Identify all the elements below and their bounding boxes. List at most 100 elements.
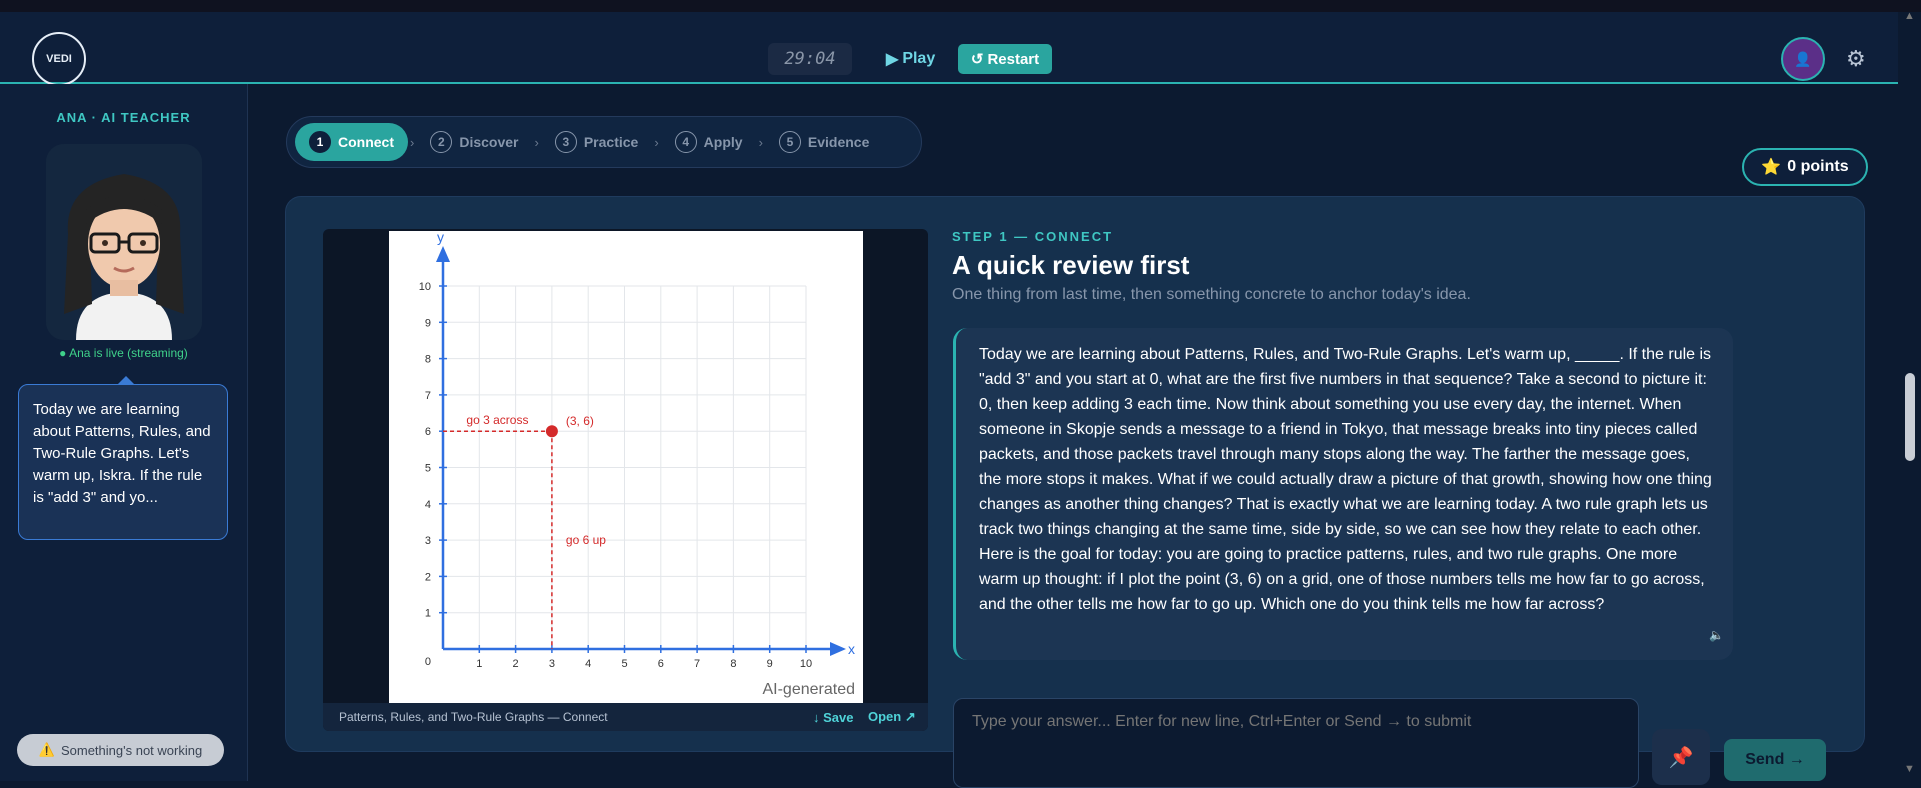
step-discover[interactable]: 2 Discover [416,123,532,161]
teacher-avatar [46,144,202,340]
step-label: Connect [338,134,394,150]
save-label: Save [823,709,854,725]
step-number: 3 [554,131,577,153]
y-axis-arrow [436,246,450,262]
points-badge: ⭐ 0 points [1742,148,1868,186]
pin-button[interactable]: 📌 [1652,729,1710,785]
y-tick-label: 7 [425,390,431,402]
play-button[interactable]: ▶ Play [880,46,941,72]
origin-label: 0 [425,656,431,668]
x-tick-label: 7 [694,658,700,670]
chevron-right-icon: › [410,134,415,150]
play-label: Play [902,50,936,67]
x-tick-label: 8 [730,658,736,670]
lesson-title: A quick review first [952,250,1190,280]
teacher-sidebar: ANA · AI TEACHER ● Ana is live (streamin… [0,84,248,781]
pin-icon: 📌 [1668,746,1694,769]
top-strip [0,0,1921,12]
y-tick-label: 6 [425,426,431,438]
warning-icon: ⚠️ [38,742,55,757]
download-icon: ↓ [813,709,820,725]
session-timer: 29:04 [768,43,852,75]
y-tick-label: 3 [425,535,431,547]
chevron-right-icon: › [534,134,539,150]
step-progress: 1 Connect › 2 Discover › 3 Practice › 4 Apply › 5 Evi… [286,116,922,168]
step-number: 5 [778,131,801,153]
star-icon: ⭐ [1761,159,1782,176]
save-button[interactable]: ↓ Save [813,710,854,725]
bubble-tip [118,376,134,384]
x-tick-label: 5 [621,658,627,670]
step-label: Apply [703,134,743,150]
teacher-label: ANA · AI TEACHER [56,110,191,125]
x-tick-label: 6 [658,658,664,670]
play-icon: ▶ [886,51,899,68]
data-point [545,425,558,438]
y-tick-label: 9 [425,317,431,329]
step-connect[interactable]: 1 Connect [295,123,408,161]
x-tick-label: 10 [800,658,812,670]
live-status-text: Ana is live (streaming) [69,346,188,360]
user-icon: 👤 [1794,50,1812,67]
point-label: (3, 6) [566,414,594,428]
step-apply[interactable]: 4 Apply [661,123,757,161]
y-axis-label: y [437,231,444,245]
image-panel: x y 1 2 3 4 5 6 7 8 9 10 1 2 3 4 5 6 7 8 9 10 0 (3, 6) go 3 acro… [323,229,928,731]
lesson-subtitle: One thing from last time, then something… [952,286,1471,303]
y-tick-label: 10 [419,281,431,293]
restart-button[interactable]: ↺ Restart [958,44,1052,74]
up-annotation: go 6 up [566,533,606,547]
scroll-up-arrow[interactable]: ▲ [1904,10,1915,22]
speech-bubble: Today we are learning about Patterns, Ru… [18,384,228,540]
speaker-icon[interactable]: 🔈 [1709,628,1724,642]
restart-icon: ↺ [970,51,984,68]
x-tick-label: 3 [549,658,555,670]
live-status: ● Ana is live (streaming) [59,346,188,360]
user-avatar[interactable]: 👤 [1781,37,1825,81]
external-link-icon: ↗ [904,709,916,724]
x-tick-label: 4 [585,658,591,670]
step-eyebrow: STEP 1 — CONNECT [952,229,1114,244]
vedi-logo[interactable]: VEDI [32,32,86,86]
graph-svg: x y 1 2 3 4 5 6 7 8 9 10 1 2 3 4 5 6 7 8 9 10 0 (3, 6) go 3 acro… [419,229,855,670]
step-practice[interactable]: 3 Practice [541,123,652,161]
answer-input[interactable] [953,698,1639,788]
restart-label: Restart [987,50,1040,68]
x-axis-label: x [848,641,855,657]
image-caption: Patterns, Rules, and Two-Rule Graphs — C… [339,710,608,724]
coordinate-graph: x y 1 2 3 4 5 6 7 8 9 10 1 2 3 4 5 6 7 8 9 10 0 (3, 6) go 3 acro… [389,229,863,703]
y-tick-label: 8 [425,354,431,366]
step-number: 1 [309,131,331,153]
teacher-message: Today we are learning about Patterns, Ru… [953,328,1733,660]
image-footer: Patterns, Rules, and Two-Rule Graphs — C… [323,703,928,731]
app-header: VEDI 29:04 ▶ Play ↺ Restart 👤 ⚙ [0,12,1898,86]
step-label: Discover [459,134,519,150]
y-tick-label: 1 [425,608,431,620]
scrollbar-thumb[interactable] [1905,373,1915,461]
logo-text: VEDI [46,53,72,65]
scroll-down-arrow[interactable]: ▼ [1904,763,1915,775]
step-evidence[interactable]: 5 Evidence [765,123,883,161]
points-label: 0 points [1787,158,1849,175]
x-tick-label: 2 [513,658,519,670]
open-label: Open [868,709,902,724]
step-number: 4 [674,131,697,153]
across-annotation: go 3 across [466,413,528,427]
x-tick-label: 1 [476,658,482,670]
report-issue-label: Something's not working [60,742,203,758]
step-number: 2 [430,131,453,153]
report-issue-button[interactable]: ⚠️ Something's not working [17,734,224,766]
y-tick-label: 5 [425,463,431,475]
x-axis-arrow [830,642,846,656]
y-tick-label: 2 [425,571,431,583]
y-tick-label: 4 [425,499,431,511]
ai-generated-label: AI-generated [762,681,855,698]
step-label: Evidence [807,134,870,150]
chevron-right-icon: › [654,134,659,150]
open-button[interactable]: Open ↗ [868,709,916,725]
send-button[interactable]: Send → [1724,739,1826,781]
step-label: Practice [583,134,639,150]
gear-icon[interactable]: ⚙ [1846,46,1866,72]
chevron-right-icon: › [758,134,763,150]
x-tick-label: 9 [767,658,773,670]
